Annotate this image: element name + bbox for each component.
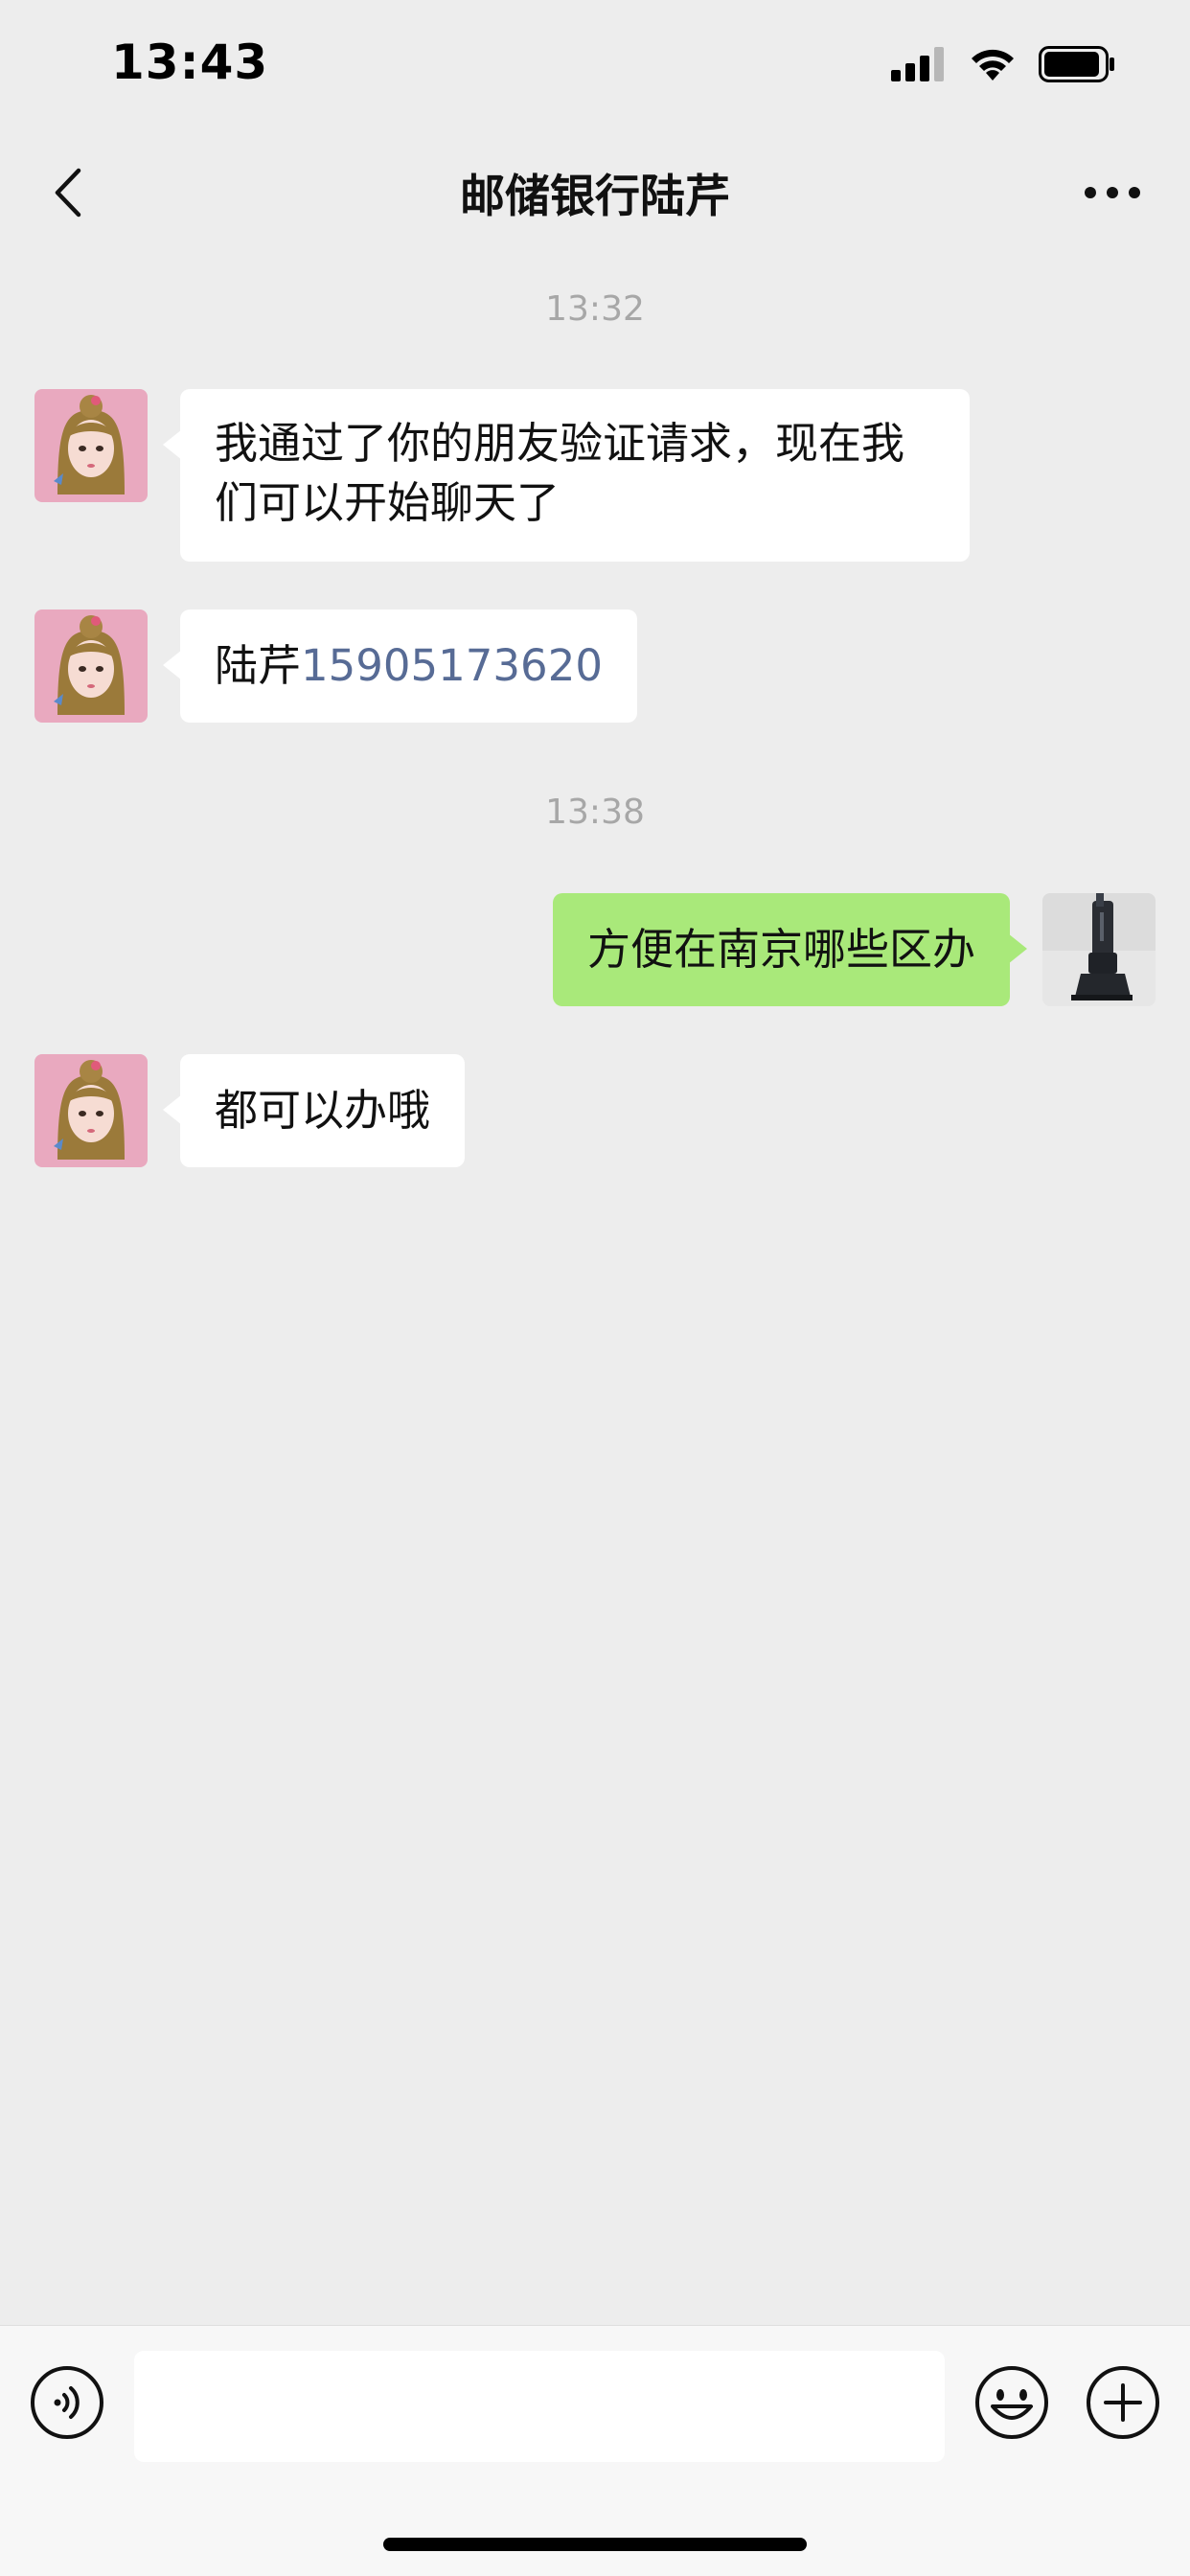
timestamp: 13:38 — [545, 793, 645, 832]
emoji-icon — [975, 2366, 1048, 2439]
battery-icon — [1039, 46, 1114, 82]
avatar-image — [34, 1054, 148, 1167]
message-bubble[interactable]: 都可以办哦 — [162, 1054, 466, 1167]
timestamp: 13:32 — [545, 289, 645, 329]
status-time: 13:43 — [111, 34, 269, 90]
phone-link[interactable]: 15905173620 — [301, 640, 603, 691]
avatar-image — [34, 610, 148, 723]
more-button[interactable] — [1069, 159, 1156, 226]
voice-button[interactable] — [29, 2364, 105, 2441]
nav-bar: 邮储银行陆芹 — [0, 134, 1190, 249]
plus-icon — [1087, 2366, 1159, 2439]
avatar[interactable] — [34, 1054, 148, 1167]
home-indicator — [383, 2538, 807, 2551]
message-bubble[interactable]: 陆芹15905173620 — [163, 610, 637, 723]
status-icons — [891, 46, 1115, 82]
voice-icon — [31, 2366, 103, 2439]
emoji-button[interactable] — [973, 2364, 1050, 2441]
avatar-image — [1042, 893, 1156, 1006]
avatar[interactable] — [34, 389, 148, 502]
message-text: 方便在南京哪些区办 — [586, 924, 975, 975]
wifi-icon — [972, 49, 1014, 80]
status-bar: 13:43 — [0, 0, 1190, 134]
message-bubble[interactable]: 我通过了你的朋友验证请求，现在我们可以开始聊天了 — [163, 389, 970, 562]
message-text: 陆芹 — [215, 640, 302, 691]
message-text: 我通过了你的朋友验证请求，现在我们可以开始聊天了 — [215, 418, 905, 528]
avatar-image — [34, 389, 148, 502]
message-bubble[interactable]: 方便在南京哪些区办 — [552, 893, 1028, 1006]
avatar[interactable] — [34, 610, 148, 723]
my-avatar[interactable] — [1042, 893, 1156, 1006]
more-actions-button[interactable] — [1085, 2364, 1161, 2441]
signal-icon — [891, 47, 944, 81]
message-text: 都可以办哦 — [215, 1085, 431, 1136]
message-input[interactable] — [134, 2351, 945, 2462]
more-dots-icon — [1085, 187, 1140, 198]
chat-title: 邮储银行陆芹 — [460, 171, 730, 223]
